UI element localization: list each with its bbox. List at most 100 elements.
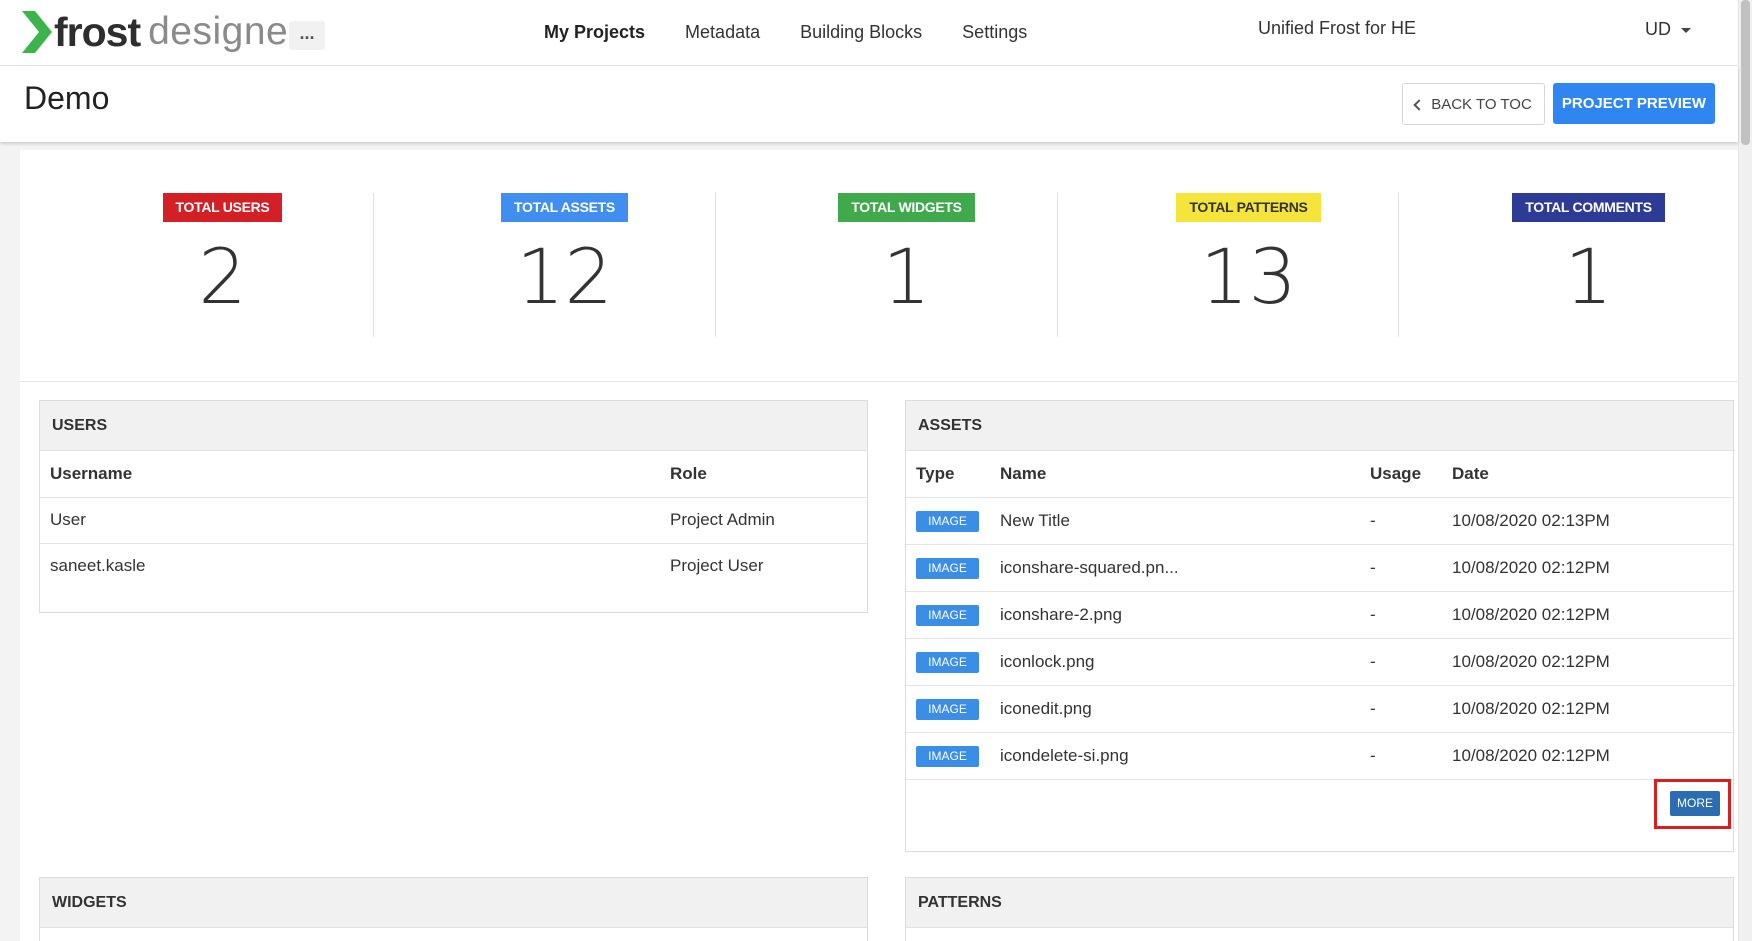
frost-chevron-logo-icon bbox=[22, 11, 52, 53]
stat-badge: TOTAL USERS bbox=[162, 193, 283, 222]
asset-name: iconshare-2.png bbox=[990, 591, 1360, 639]
stat-badge: TOTAL PATTERNS bbox=[1176, 193, 1321, 222]
asset-type-badge: IMAGE bbox=[916, 698, 979, 720]
assets-table: Type Name Usage Date IMAGE New Title - 1… bbox=[906, 451, 1733, 780]
stats-row: TOTAL USERS 2 TOTAL ASSETS 12 TOTAL WIDG… bbox=[20, 150, 1738, 382]
user-initials: UD bbox=[1645, 19, 1671, 39]
asset-type-badge: IMAGE bbox=[916, 604, 979, 626]
table-row[interactable]: IMAGE icondelete-si.png - 10/08/2020 02:… bbox=[906, 732, 1733, 780]
table-row[interactable]: IMAGE iconlock.png - 10/08/2020 02:12PM bbox=[906, 638, 1733, 686]
table-row[interactable]: IMAGE New Title - 10/08/2020 02:13PM bbox=[906, 497, 1733, 545]
stat-value: 1 bbox=[1564, 232, 1613, 321]
stat-value: 1 bbox=[882, 232, 931, 321]
asset-name: iconedit.png bbox=[990, 685, 1360, 733]
asset-usage: - bbox=[1360, 544, 1442, 592]
table-row[interactable]: IMAGE iconshare-2.png - 10/08/2020 02:12… bbox=[906, 591, 1733, 639]
column-header-username: Username bbox=[40, 451, 660, 498]
asset-date: 10/08/2020 02:12PM bbox=[1442, 591, 1733, 639]
asset-usage: - bbox=[1360, 638, 1442, 686]
back-to-toc-label: BACK TO TOC bbox=[1431, 95, 1532, 113]
user-role: Project User bbox=[670, 556, 764, 576]
nav-building-blocks[interactable]: Building Blocks bbox=[800, 20, 922, 44]
table-row[interactable]: IMAGE iconshare-squared.pn... - 10/08/20… bbox=[906, 544, 1733, 592]
asset-name: iconshare-squared.pn... bbox=[990, 544, 1360, 592]
more-menu-button[interactable]: ... bbox=[289, 21, 325, 50]
more-button-highlight: MORE bbox=[1654, 779, 1731, 829]
stat-badge: TOTAL COMMENTS bbox=[1512, 193, 1665, 222]
widgets-panel-title: WIDGETS bbox=[40, 878, 867, 928]
assets-panel: ASSETS Type Name Usage Date IMAGE New Ti… bbox=[905, 400, 1734, 852]
stat-total-widgets: TOTAL WIDGETS 1 bbox=[736, 193, 1077, 337]
scrollbar-thumb[interactable] bbox=[1741, 0, 1750, 145]
users-panel: USERS Username Role User Project Admin s… bbox=[39, 400, 868, 613]
nav-settings[interactable]: Settings bbox=[962, 20, 1027, 44]
asset-type-badge: IMAGE bbox=[916, 651, 979, 673]
stat-total-assets: TOTAL ASSETS 12 bbox=[394, 193, 735, 337]
asset-name: New Title bbox=[990, 497, 1360, 545]
asset-date: 10/08/2020 02:12PM bbox=[1442, 685, 1733, 733]
asset-type-badge: IMAGE bbox=[916, 510, 979, 532]
asset-type-badge: IMAGE bbox=[916, 557, 979, 579]
stat-divider bbox=[1057, 193, 1058, 337]
asset-usage: - bbox=[1360, 685, 1442, 733]
stat-total-users: TOTAL USERS 2 bbox=[52, 193, 393, 337]
asset-usage: - bbox=[1360, 591, 1442, 639]
organization-name: Unified Frost for HE bbox=[1258, 18, 1417, 38]
main-nav: My Projects Metadata Building Blocks Set… bbox=[544, 20, 1067, 44]
asset-usage: - bbox=[1360, 497, 1442, 545]
asset-name: icondelete-si.png bbox=[990, 732, 1360, 780]
patterns-panel-title: PATTERNS bbox=[906, 878, 1733, 928]
dashboard-content: TOTAL USERS 2 TOTAL ASSETS 12 TOTAL WIDG… bbox=[20, 150, 1738, 941]
user-role: Project Admin bbox=[660, 497, 867, 544]
project-header: Demo BACK TO TOC PROJECT PREVIEW bbox=[0, 66, 1738, 142]
column-header-name: Name bbox=[990, 451, 1360, 498]
asset-date: 10/08/2020 02:12PM bbox=[1442, 544, 1733, 592]
caret-down-icon bbox=[1681, 27, 1691, 33]
page-title: Demo bbox=[24, 80, 110, 116]
asset-date: 10/08/2020 02:12PM bbox=[1442, 638, 1733, 686]
column-header-type: Type bbox=[906, 451, 990, 498]
chevron-left-icon bbox=[1413, 98, 1425, 111]
frost-designer-logo[interactable]: frost designer bbox=[22, 8, 302, 55]
stat-divider bbox=[1398, 193, 1399, 337]
stat-badge: TOTAL ASSETS bbox=[501, 193, 628, 222]
asset-type-badge: IMAGE bbox=[916, 745, 979, 767]
logo-frost-text: frost bbox=[54, 8, 141, 55]
column-header-role: Role bbox=[660, 451, 867, 498]
nav-metadata[interactable]: Metadata bbox=[685, 20, 760, 44]
table-row[interactable]: saneet.kasle Project User bbox=[40, 543, 867, 589]
stat-divider bbox=[715, 193, 716, 337]
table-row[interactable]: User Project Admin bbox=[40, 497, 867, 544]
stat-divider bbox=[373, 193, 374, 337]
table-header-row: Username Role bbox=[40, 451, 867, 498]
asset-date: 10/08/2020 02:13PM bbox=[1442, 497, 1733, 545]
stat-badge: TOTAL WIDGETS bbox=[838, 193, 975, 222]
table-row[interactable]: IMAGE iconedit.png - 10/08/2020 02:12PM bbox=[906, 685, 1733, 733]
logo-designer-text: designer bbox=[148, 10, 302, 53]
user-username: User bbox=[40, 497, 660, 544]
user-menu-dropdown[interactable]: UD bbox=[1645, 19, 1691, 40]
users-panel-title: USERS bbox=[40, 401, 867, 451]
widgets-panel: WIDGETS bbox=[39, 877, 868, 941]
column-header-date: Date bbox=[1442, 451, 1733, 498]
project-preview-button[interactable]: PROJECT PREVIEW bbox=[1553, 83, 1715, 124]
top-navbar: frost designer ... My Projects Metadata … bbox=[0, 0, 1738, 66]
user-username: saneet.kasle bbox=[50, 556, 146, 576]
users-table: Username Role User Project Admin saneet.… bbox=[40, 451, 867, 589]
asset-date: 10/08/2020 02:12PM bbox=[1442, 732, 1733, 780]
stat-value: 2 bbox=[198, 232, 247, 321]
nav-my-projects[interactable]: My Projects bbox=[544, 20, 645, 44]
table-header-row: Type Name Usage Date bbox=[906, 451, 1733, 498]
asset-usage: - bbox=[1360, 732, 1442, 780]
patterns-panel: PATTERNS bbox=[905, 877, 1734, 941]
back-to-toc-button[interactable]: BACK TO TOC bbox=[1402, 83, 1545, 125]
stat-value: 12 bbox=[516, 232, 613, 321]
stat-value: 13 bbox=[1200, 232, 1297, 321]
stat-total-comments: TOTAL COMMENTS 1 bbox=[1418, 193, 1752, 337]
page-scrollbar[interactable] bbox=[1738, 0, 1752, 941]
assets-more-button[interactable]: MORE bbox=[1670, 791, 1720, 816]
assets-panel-title: ASSETS bbox=[906, 401, 1733, 451]
asset-name: iconlock.png bbox=[990, 638, 1360, 686]
column-header-usage: Usage bbox=[1360, 451, 1442, 498]
stat-total-patterns: TOTAL PATTERNS 13 bbox=[1078, 193, 1419, 337]
